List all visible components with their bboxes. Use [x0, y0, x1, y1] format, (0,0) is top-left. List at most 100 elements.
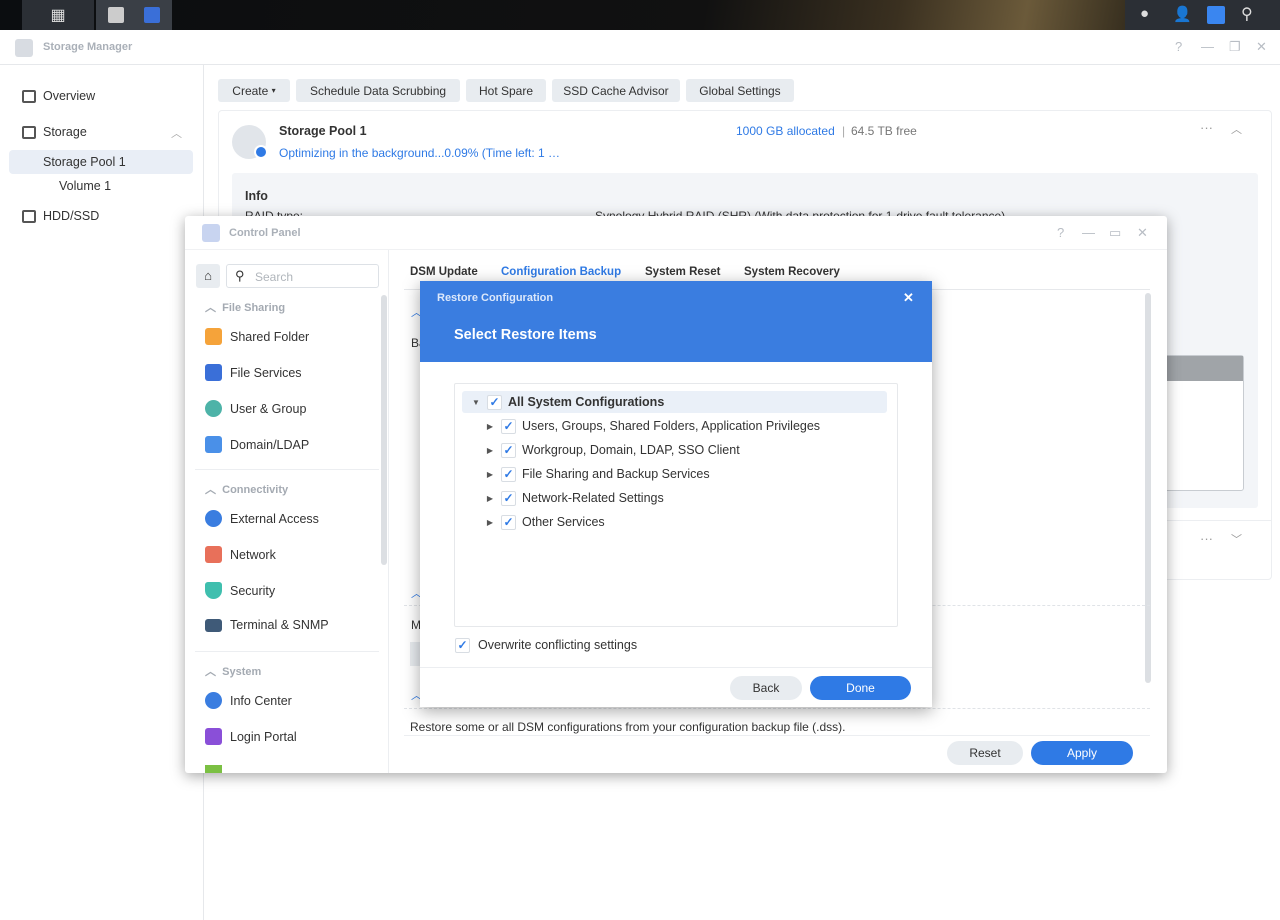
- item-network[interactable]: Network: [205, 546, 276, 563]
- item-domain-ldap[interactable]: Domain/LDAP: [205, 436, 309, 453]
- checkbox[interactable]: ✓: [487, 394, 502, 410]
- sidebar-item-label: HDD/SSD: [43, 209, 100, 223]
- help-icon[interactable]: ?: [1057, 225, 1064, 240]
- main-menu-icon[interactable]: ▦: [22, 0, 94, 30]
- sidebar-item-volume-1[interactable]: Volume 1: [59, 179, 111, 193]
- item-login-portal[interactable]: Login Portal: [205, 728, 297, 745]
- search-input[interactable]: ⚲ Search: [226, 264, 379, 288]
- item-info-center[interactable]: Info Center: [205, 692, 292, 709]
- external-access-icon: [205, 510, 222, 527]
- chevron-up-icon[interactable]: ︿: [171, 125, 182, 141]
- divider: [195, 651, 379, 652]
- terminal-icon: [205, 618, 222, 632]
- caret-right-icon[interactable]: ▶: [483, 470, 497, 479]
- restore-icon[interactable]: ❐: [1229, 39, 1241, 55]
- restore-description: Restore some or all DSM configurations f…: [410, 720, 846, 734]
- allocated-link[interactable]: 1000 GB allocated: [736, 124, 835, 138]
- separator: |: [842, 124, 846, 138]
- content-scrollbar[interactable]: [1145, 293, 1151, 683]
- done-button[interactable]: Done: [810, 676, 911, 700]
- dialog-title: Restore Configuration: [437, 292, 554, 304]
- window-title: Storage Manager: [43, 41, 133, 53]
- tree-item-label: Workgroup, Domain, LDAP, SSO Client: [522, 443, 740, 457]
- item-external-access[interactable]: External Access: [205, 510, 319, 527]
- group-system[interactable]: ︿ System: [205, 663, 261, 679]
- sidebar-item-label: Overview: [43, 89, 96, 103]
- group-connectivity[interactable]: ︿ Connectivity: [205, 481, 288, 497]
- free-space: 64.5 TB free: [851, 124, 917, 138]
- tree-item[interactable]: ▶ ✓ Other Services: [483, 511, 605, 533]
- tab-system-reset[interactable]: System Reset: [645, 266, 720, 278]
- item-user-group[interactable]: User & Group: [205, 400, 306, 417]
- home-icon[interactable]: ⌂: [196, 264, 220, 288]
- chat-icon[interactable]: ●: [1140, 5, 1149, 22]
- user-group-icon: [205, 400, 222, 417]
- tab-configuration-backup[interactable]: Configuration Backup: [501, 266, 621, 278]
- more-icon[interactable]: ···: [1200, 531, 1213, 546]
- tab-system-recovery[interactable]: System Recovery: [744, 266, 840, 278]
- widgets-icon[interactable]: [1207, 6, 1225, 24]
- tree-item-label: File Sharing and Backup Services: [522, 467, 710, 481]
- sidebar-scrollbar[interactable]: [381, 295, 387, 565]
- checkbox[interactable]: ✓: [501, 466, 516, 482]
- tab-dsm-update[interactable]: DSM Update: [410, 266, 478, 278]
- control-panel-icon[interactable]: [144, 7, 160, 23]
- pool-name: Storage Pool 1: [279, 124, 367, 138]
- caret-right-icon[interactable]: ▶: [483, 518, 497, 527]
- maximize-icon[interactable]: ▭: [1109, 225, 1121, 241]
- tree-item-label: All System Configurations: [508, 395, 665, 409]
- sidebar-item-storage-pool-1[interactable]: Storage Pool 1: [9, 150, 193, 174]
- checkbox[interactable]: ✓: [501, 418, 516, 434]
- sidebar-item-storage[interactable]: Storage: [22, 125, 87, 139]
- overwrite-checkbox[interactable]: ✓ Overwrite conflicting settings: [455, 634, 637, 656]
- item-file-services[interactable]: File Services: [205, 364, 302, 381]
- storage-manager-icon[interactable]: [108, 7, 124, 23]
- reset-button[interactable]: Reset: [947, 741, 1023, 765]
- user-icon[interactable]: 👤: [1173, 5, 1192, 23]
- search-icon[interactable]: ⚲: [1241, 4, 1253, 24]
- tree-item-label: Network-Related Settings: [522, 491, 664, 505]
- caret-right-icon[interactable]: ▶: [483, 494, 497, 503]
- checkbox[interactable]: ✓: [455, 637, 470, 653]
- back-button[interactable]: Back: [730, 676, 802, 700]
- storage-manager-titlebar: Storage Manager ? — ❐ ✕: [0, 30, 1280, 65]
- restore-configuration-dialog: Restore Configuration ✕ Select Restore I…: [420, 281, 932, 707]
- item-terminal-snmp[interactable]: Terminal & SNMP: [205, 618, 329, 632]
- schedule-data-scrubbing-button[interactable]: Schedule Data Scrubbing: [296, 79, 460, 102]
- item-security[interactable]: Security: [205, 582, 275, 599]
- help-icon[interactable]: ?: [1175, 39, 1182, 54]
- ssd-cache-advisor-button[interactable]: SSD Cache Advisor: [552, 79, 680, 102]
- caret-right-icon[interactable]: ▶: [483, 446, 497, 455]
- chevron-down-icon[interactable]: ﹀: [1231, 531, 1242, 547]
- storage-icon: [22, 125, 36, 139]
- close-icon[interactable]: ✕: [1137, 225, 1148, 241]
- group-file-sharing[interactable]: ︿ File Sharing: [205, 299, 285, 315]
- sidebar-item-overview[interactable]: Overview: [22, 89, 95, 103]
- global-settings-button[interactable]: Global Settings: [686, 79, 794, 102]
- close-icon[interactable]: ✕: [903, 290, 914, 306]
- tree-item[interactable]: ▶ ✓ Users, Groups, Shared Folders, Applica…: [483, 415, 820, 437]
- sync-icon: [254, 145, 268, 159]
- tree-item[interactable]: ▶ ✓ Workgroup, Domain, LDAP, SSO Client: [483, 439, 740, 461]
- checkbox[interactable]: ✓: [501, 490, 516, 506]
- minimize-icon[interactable]: —: [1201, 39, 1214, 54]
- close-icon[interactable]: ✕: [1256, 39, 1267, 55]
- more-icon[interactable]: ···: [1200, 120, 1213, 135]
- caret-right-icon[interactable]: ▶: [483, 422, 497, 431]
- checkbox[interactable]: ✓: [501, 514, 516, 530]
- tree-item-root[interactable]: ▼ ✓ All System Configurations: [462, 391, 887, 413]
- caret-down-icon[interactable]: ▼: [469, 398, 483, 407]
- item-shared-folder[interactable]: Shared Folder: [205, 328, 309, 345]
- control-panel-titlebar: Control Panel ? — ▭ ✕: [185, 216, 1167, 250]
- hot-spare-button[interactable]: Hot Spare: [466, 79, 546, 102]
- create-button[interactable]: Create ▾: [218, 79, 290, 102]
- chevron-up-icon[interactable]: ︿: [1231, 121, 1242, 137]
- minimize-icon[interactable]: —: [1082, 225, 1095, 240]
- tree-item[interactable]: ▶ ✓ Network-Related Settings: [483, 487, 664, 509]
- domain-ldap-icon: [205, 436, 222, 453]
- sidebar-item-hdd-ssd[interactable]: HDD/SSD: [22, 209, 99, 223]
- checkbox[interactable]: ✓: [501, 442, 516, 458]
- search-placeholder: Search: [255, 270, 294, 284]
- apply-button[interactable]: Apply: [1031, 741, 1133, 765]
- tree-item[interactable]: ▶ ✓ File Sharing and Backup Services: [483, 463, 710, 485]
